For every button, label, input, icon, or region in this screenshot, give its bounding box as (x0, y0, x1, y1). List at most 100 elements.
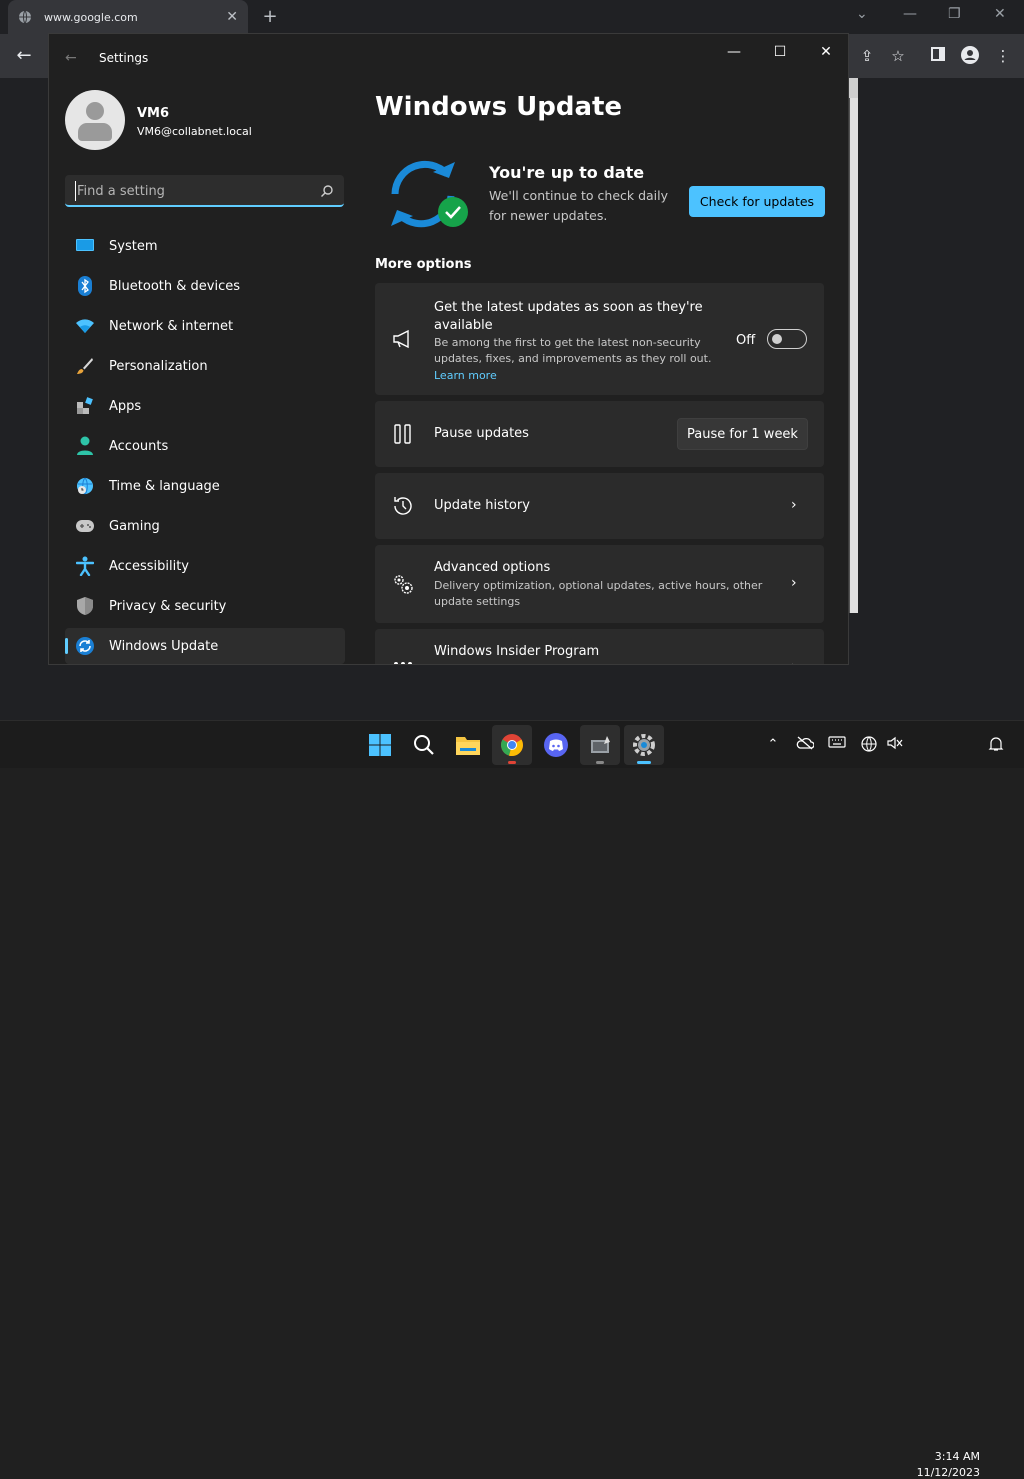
network-globe-icon[interactable] (860, 736, 878, 754)
sidebar-nav: System Bluetooth & devices Network & int… (65, 228, 345, 664)
sidebar-item-windows-update[interactable]: Windows Update (65, 628, 345, 664)
update-history-card[interactable]: Update history › (375, 473, 824, 539)
chrome-tab[interactable]: www.google.com ✕ (8, 0, 248, 34)
sidebar-item-bluetooth[interactable]: Bluetooth & devices (65, 268, 345, 304)
globe-clock-icon (75, 476, 95, 496)
chrome-taskbar-button[interactable] (492, 725, 532, 765)
chrome-scrollbar[interactable] (849, 98, 858, 613)
pause-updates-card: Pause updates Pause for 1 week (375, 401, 824, 467)
sidebar-item-label: Accounts (109, 438, 169, 454)
sidebar-item-label: Network & internet (109, 318, 234, 334)
chrome-close-icon[interactable]: ✕ (994, 6, 1006, 22)
discord-icon (544, 733, 568, 757)
learn-more-link[interactable]: Learn more (434, 369, 497, 382)
sidebar-item-gaming[interactable]: Gaming (65, 508, 345, 544)
onedrive-offline-icon[interactable] (796, 736, 815, 754)
gear-icon (633, 734, 655, 756)
chevron-up-icon[interactable]: ⌃ (764, 736, 782, 754)
search-taskbar-button[interactable] (404, 725, 444, 765)
search-input[interactable] (75, 181, 305, 201)
sidebar-item-accessibility[interactable]: Accessibility (65, 548, 345, 584)
discord-taskbar-button[interactable] (536, 725, 576, 765)
settings-window: ← Settings — ☐ ✕ VM6 VM6@collabnet.local… (48, 33, 849, 665)
pause-updates-title: Pause updates (434, 426, 529, 441)
more-options-heading: More options (375, 257, 472, 272)
star-icon[interactable]: ☆ (888, 46, 908, 66)
bluetooth-icon (75, 276, 95, 296)
chrome-icon (501, 734, 523, 757)
sidebar-item-label: Gaming (109, 518, 160, 534)
person-icon (75, 436, 95, 456)
insider-icon (391, 659, 415, 664)
app-window-icon (591, 736, 610, 753)
sidebar-item-label: Personalization (109, 358, 208, 374)
sync-icon (75, 636, 95, 656)
settings-taskbar-button[interactable] (624, 725, 664, 765)
monitor-icon (75, 236, 95, 256)
profile-icon[interactable] (960, 46, 980, 66)
tab-close-icon[interactable]: ✕ (226, 9, 238, 25)
pause-for-1-week-button[interactable]: Pause for 1 week (677, 418, 808, 450)
notification-bell-icon[interactable] (987, 736, 1005, 754)
sidebar-item-label: Accessibility (109, 558, 189, 574)
latest-updates-card: Get the latest updates as soon as they'r… (375, 283, 824, 395)
back-arrow-icon[interactable]: ← (65, 50, 77, 66)
clock-time[interactable]: 3:14 AM (930, 1450, 980, 1463)
search-box[interactable] (65, 175, 344, 207)
chevron-right-icon: › (791, 575, 797, 591)
sidebar-item-time-language[interactable]: Time & language (65, 468, 345, 504)
sidebar-item-accounts[interactable]: Accounts (65, 428, 345, 464)
sidebar-item-apps[interactable]: Apps (65, 388, 345, 424)
sidebar-item-system[interactable]: System (65, 228, 345, 264)
folder-icon (456, 737, 480, 755)
latest-updates-desc: Be among the first to get the latest non… (434, 336, 712, 365)
check-for-updates-button[interactable]: Check for updates (689, 186, 825, 217)
insider-program-title: Windows Insider Program (434, 644, 600, 659)
sidebar-item-network[interactable]: Network & internet (65, 308, 345, 344)
tab-search-chevron-icon[interactable]: ⌄ (856, 6, 868, 22)
volume-muted-icon[interactable] (886, 736, 904, 754)
chrome-restore-icon[interactable]: ❐ (948, 6, 961, 22)
sidebar-item-personalization[interactable]: Personalization (65, 348, 345, 384)
unknown-app-taskbar-button[interactable] (580, 725, 620, 765)
page-title: Windows Update (375, 92, 623, 122)
sidebar-item-label: System (109, 238, 158, 254)
chrome-minimize-icon[interactable]: — (903, 6, 917, 22)
avatar[interactable] (65, 90, 125, 150)
kebab-menu-icon[interactable]: ⋮ (993, 46, 1013, 66)
file-explorer-button[interactable] (448, 725, 488, 765)
pause-icon (391, 422, 415, 446)
start-button[interactable] (360, 725, 400, 765)
toggle-state-label: Off (736, 333, 756, 348)
windows-logo-icon (369, 734, 391, 756)
search-icon[interactable] (320, 183, 334, 197)
chrome-page-edge (849, 78, 858, 98)
update-status-icon (385, 156, 471, 232)
keyboard-icon[interactable] (828, 736, 846, 754)
shield-icon (75, 596, 95, 616)
insider-program-card[interactable]: Windows Insider Program › (375, 629, 824, 664)
apps-icon (75, 396, 95, 416)
window-title: Settings (99, 51, 149, 65)
chrome-tab-title: www.google.com (44, 10, 138, 24)
gamepad-icon (75, 516, 95, 536)
sidebar-item-label: Apps (109, 398, 142, 414)
chevron-right-icon: › (791, 497, 797, 513)
latest-updates-toggle[interactable] (767, 329, 807, 349)
profile-name: VM6 (137, 106, 170, 121)
advanced-options-desc: Delivery optimization, optional updates,… (434, 579, 763, 608)
clock-date[interactable]: 11/12/2023 (914, 1466, 980, 1479)
wifi-icon (75, 316, 95, 336)
main-content: Windows Update You're up to date We'll c… (375, 34, 848, 664)
share-icon[interactable]: ⇪ (857, 46, 877, 66)
back-arrow-icon[interactable]: ← (12, 44, 36, 68)
update-history-title: Update history (434, 498, 530, 513)
side-panel-icon[interactable] (928, 46, 948, 66)
sidebar-item-privacy-security[interactable]: Privacy & security (65, 588, 345, 624)
sidebar-item-label: Time & language (109, 478, 220, 494)
new-tab-icon[interactable]: + (260, 6, 280, 28)
brush-icon (75, 356, 95, 376)
advanced-options-card[interactable]: Advanced options Delivery optimization, … (375, 545, 824, 623)
taskbar: ⌃ 3:14 AM 11/12/2023 (0, 720, 1024, 1479)
advanced-options-title: Advanced options (434, 560, 551, 575)
